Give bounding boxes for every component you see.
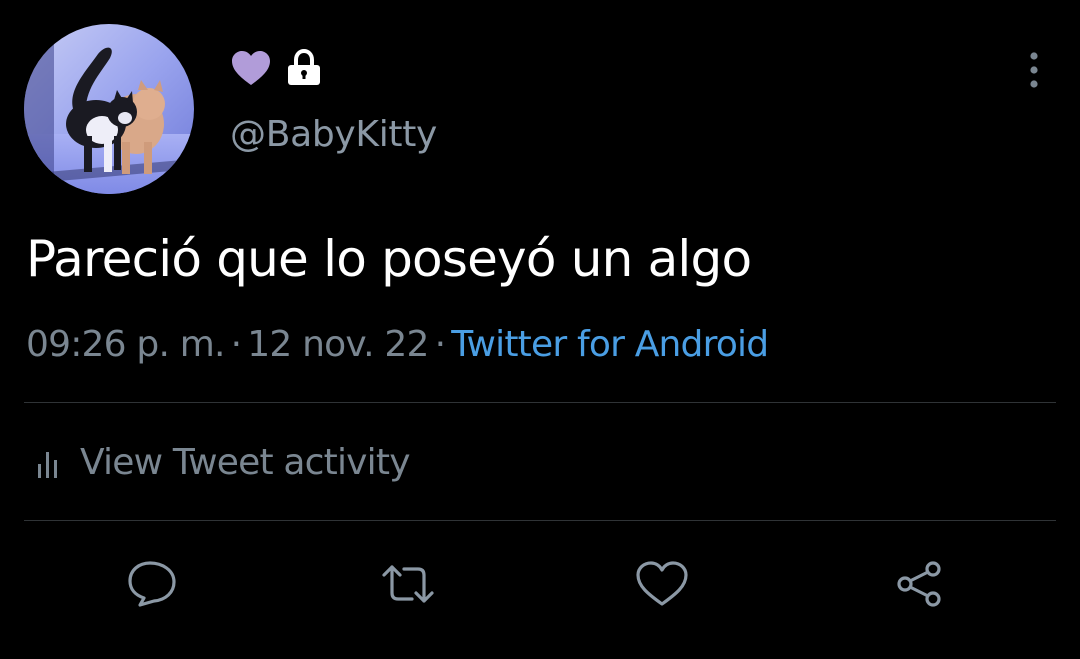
lock-icon (286, 48, 322, 91)
divider (24, 520, 1056, 521)
divider (24, 402, 1056, 403)
retweet-icon (382, 565, 434, 603)
retweet-button[interactable] (378, 556, 438, 612)
speech-bubble-icon (128, 561, 176, 607)
avatar[interactable] (24, 24, 194, 194)
meta-separator: · (230, 324, 242, 365)
like-button[interactable] (632, 556, 692, 612)
name-row (230, 48, 322, 91)
reply-button[interactable] (122, 556, 182, 612)
share-icon (897, 561, 941, 607)
tweet-meta: 09:26 p. m. · 12 nov. 22 · Twitter for Andro… (26, 322, 769, 368)
tweet-source-link[interactable]: Twitter for Android (451, 324, 769, 365)
avatar-image (24, 24, 194, 194)
user-handle[interactable]: @BabyKitty (230, 112, 437, 158)
more-vertical-icon (1030, 52, 1038, 88)
tweet-time: 09:26 p. m. (26, 324, 225, 365)
tweet-detail-screen: @BabyKitty Pareció que lo poseyó un algo… (0, 0, 1080, 659)
heart-outline-icon (636, 561, 688, 606)
tweet-text: Pareció que lo poseyó un algo (26, 230, 752, 288)
view-tweet-activity-button[interactable]: View Tweet activity (36, 438, 411, 488)
tweet-date: 12 nov. 22 (247, 324, 429, 365)
purple-heart-icon (230, 49, 272, 91)
meta-separator: · (434, 324, 446, 365)
more-options-button[interactable] (1014, 50, 1054, 90)
view-tweet-activity-label: View Tweet activity (80, 442, 411, 483)
share-button[interactable] (890, 556, 950, 612)
bar-chart-icon (38, 452, 57, 478)
